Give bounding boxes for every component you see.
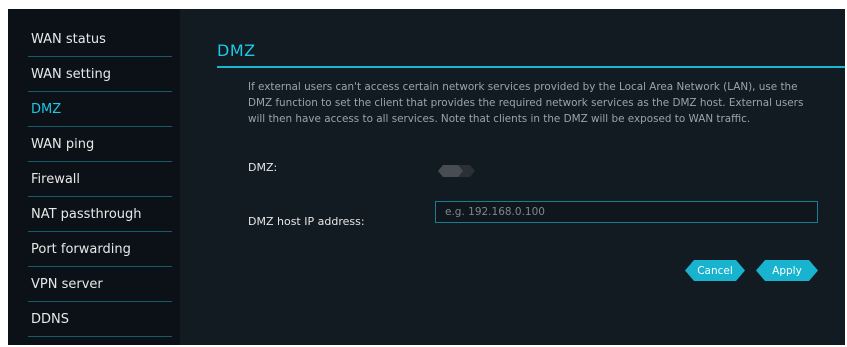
sidebar-item-wan-setting[interactable]: WAN setting (18, 58, 172, 92)
sidebar-divider (28, 231, 172, 232)
router-settings-window: WAN status WAN setting DMZ WAN ping Fire… (8, 9, 845, 345)
sidebar-item-label: Port forwarding (31, 242, 131, 257)
sidebar-item-label: NAT passthrough (31, 207, 142, 222)
toggle-switch-icon (438, 165, 475, 177)
sidebar-item-label: WAN setting (31, 67, 111, 82)
sidebar-divider (28, 91, 172, 92)
sidebar-item-port-forwarding[interactable]: Port forwarding (18, 233, 172, 267)
sidebar-item-label: VPN server (31, 277, 103, 292)
sidebar-divider (28, 126, 172, 127)
dmz-host-ip-label: DMZ host IP address: (248, 215, 365, 228)
apply-button[interactable]: Apply (756, 260, 818, 281)
dmz-toggle-label: DMZ: (248, 161, 278, 174)
sidebar-item-wan-ping[interactable]: WAN ping (18, 128, 172, 162)
sidebar-item-wan-status[interactable]: WAN status (18, 23, 172, 57)
sidebar-item-dmz[interactable]: DMZ (18, 93, 172, 127)
sidebar-divider (28, 301, 172, 302)
sidebar-item-label: Firewall (31, 172, 81, 187)
sidebar-divider (28, 336, 172, 337)
sidebar-divider (28, 161, 172, 162)
sidebar-divider (28, 196, 172, 197)
page-title: DMZ (217, 41, 256, 60)
sidebar-item-label: WAN ping (31, 137, 95, 152)
sidebar-item-label: DDNS (31, 312, 69, 327)
sidebar-item-ddns[interactable]: DDNS (18, 303, 172, 337)
sidebar-item-vpn-server[interactable]: VPN server (18, 268, 172, 302)
dmz-toggle[interactable] (438, 162, 475, 177)
title-divider (217, 66, 845, 68)
sidebar: WAN status WAN setting DMZ WAN ping Fire… (8, 9, 180, 345)
sidebar-item-nat-passthrough[interactable]: NAT passthrough (18, 198, 172, 232)
sidebar-divider (28, 56, 172, 57)
sidebar-item-firewall[interactable]: Firewall (18, 163, 172, 197)
sidebar-item-label: WAN status (31, 32, 106, 47)
sidebar-divider (28, 266, 172, 267)
dmz-host-ip-input[interactable] (435, 201, 818, 223)
cancel-button[interactable]: Cancel (685, 260, 745, 281)
main-panel: DMZ If external users can't access certa… (180, 9, 845, 345)
dmz-description: If external users can't access certain n… (248, 81, 804, 125)
sidebar-item-label: DMZ (31, 102, 62, 117)
